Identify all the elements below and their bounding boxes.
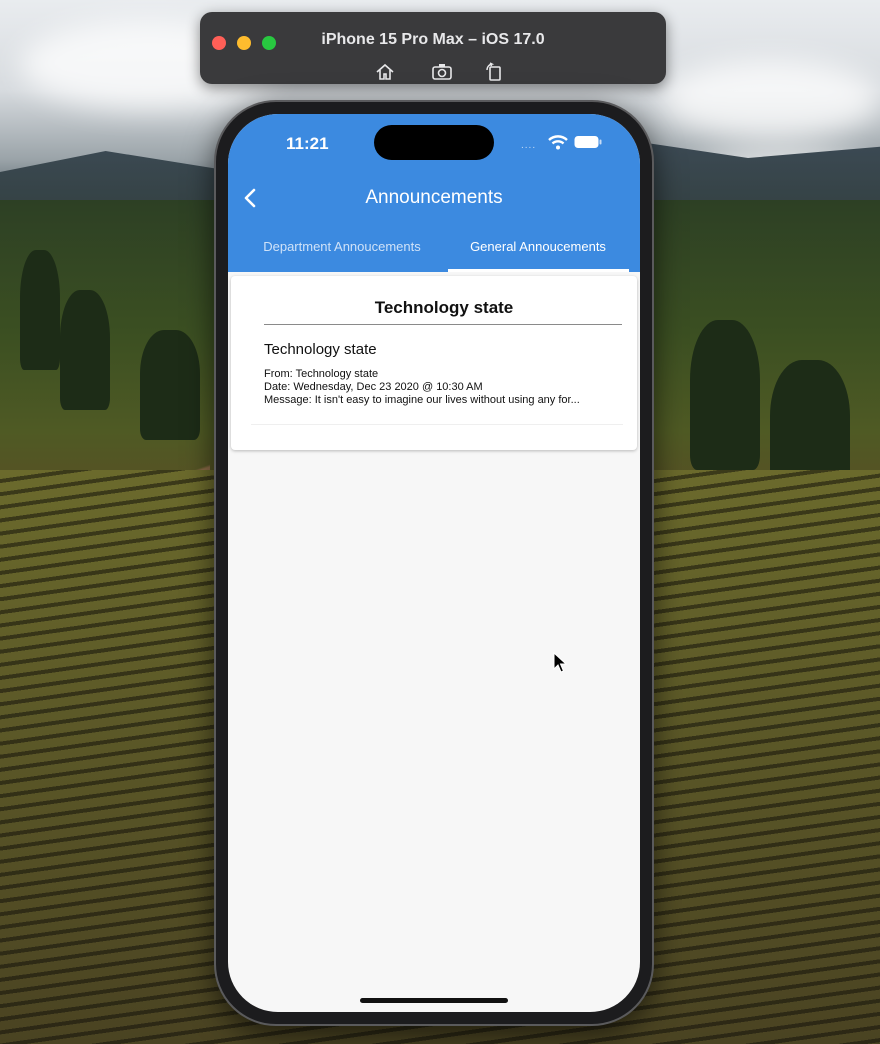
announcement-card: Technology state Technology state From: … bbox=[231, 276, 637, 450]
card-title: Technology state bbox=[374, 298, 514, 317]
status-time: 11:21 bbox=[286, 134, 329, 153]
announcement-title: Technology state bbox=[264, 341, 377, 358]
screenshot-icon[interactable] bbox=[431, 61, 453, 83]
wifi-icon bbox=[548, 135, 568, 150]
battery-icon bbox=[574, 136, 602, 148]
announcement-date: Date: Wednesday, Dec 23 2020 @ 10:30 AM bbox=[264, 381, 483, 393]
phone-screen: 11:21 .... Announcements Department Anno… bbox=[228, 114, 640, 1012]
rotate-icon[interactable] bbox=[483, 61, 505, 83]
selected-tab-indicator bbox=[448, 269, 629, 272]
home-icon[interactable] bbox=[374, 61, 396, 83]
simulator-title-bar: iPhone 15 Pro Max – iOS 17.0 bbox=[200, 12, 666, 84]
app-header: 11:21 .... Announcements Department Anno… bbox=[228, 114, 640, 272]
home-indicator[interactable] bbox=[360, 998, 508, 1003]
signal-dots: .... bbox=[521, 140, 537, 151]
page-title: Announcements bbox=[365, 187, 503, 208]
mouse-cursor-icon bbox=[553, 652, 567, 673]
tab-department-annoucements[interactable]: Department Annoucements bbox=[242, 239, 442, 254]
announcement-from: From: Technology state bbox=[264, 368, 379, 380]
tab-general-annoucements[interactable]: General Annoucements bbox=[448, 239, 628, 254]
dynamic-island bbox=[374, 125, 494, 160]
announcement-message: Message: It isn't easy to imagine our li… bbox=[264, 394, 580, 406]
simulator-title: iPhone 15 Pro Max – iOS 17.0 bbox=[321, 31, 545, 48]
card-divider bbox=[264, 324, 622, 325]
list-separator bbox=[251, 424, 623, 425]
